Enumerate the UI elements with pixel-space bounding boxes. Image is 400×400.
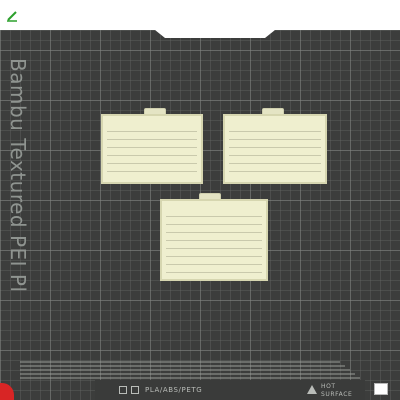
hot-surface-icon bbox=[307, 385, 317, 394]
plate-settings-icon[interactable] bbox=[374, 383, 388, 395]
part-2[interactable] bbox=[223, 114, 327, 184]
bambu-logo-icon bbox=[7, 11, 17, 22]
surface-label: SURFACE bbox=[321, 391, 353, 398]
plate-title: Bambu Textured PEI Pl bbox=[6, 58, 30, 293]
print-icon bbox=[119, 386, 127, 394]
part-1[interactable] bbox=[101, 114, 203, 184]
filament-label: PLA/ABS/PETG bbox=[145, 386, 203, 394]
plate-label-bar: PLA/ABS/PETG HOT SURFACE bbox=[95, 380, 365, 400]
hot-label: HOT bbox=[321, 383, 336, 390]
plate-icon bbox=[131, 386, 139, 394]
part-3[interactable] bbox=[160, 199, 268, 281]
